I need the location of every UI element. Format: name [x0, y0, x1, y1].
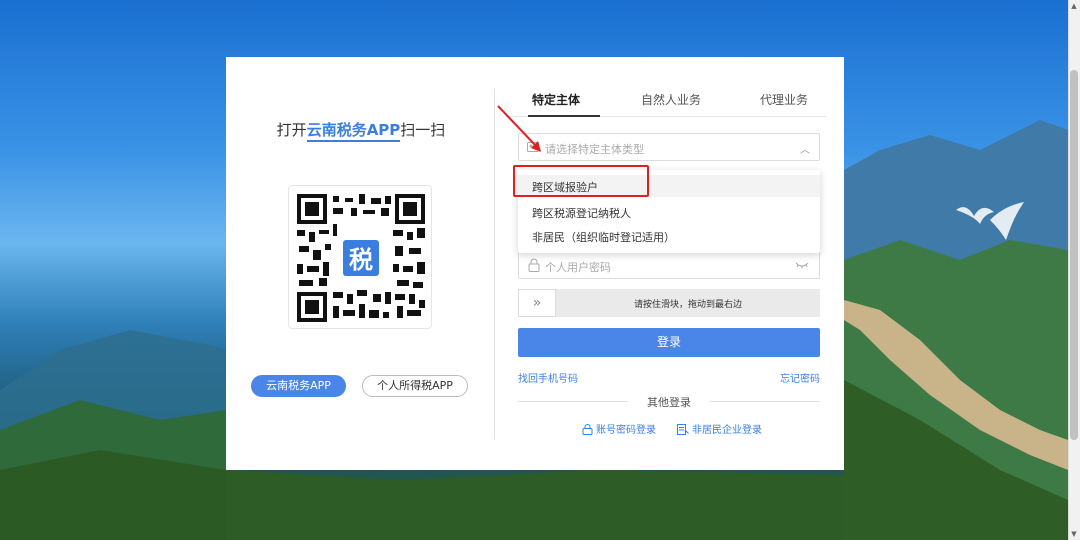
entity-type-select[interactable]: 请选择特定主体类型 ︿	[518, 133, 820, 161]
entity-type-placeholder: 请选择特定主体类型	[545, 143, 644, 156]
qr-title-suffix: 扫一扫	[400, 121, 446, 139]
option-cross-region-taxpayer[interactable]: 跨区税源登记纳税人	[532, 205, 631, 221]
chevron-up-icon: ︿	[800, 145, 810, 156]
slider-captcha[interactable]: » 请按住滑块，拖动到最右边	[518, 289, 820, 317]
scroll-up-icon[interactable]: ▲	[1070, 2, 1078, 10]
scroll-down-icon[interactable]: ▼	[1070, 530, 1078, 538]
annotation-highlight-box	[513, 165, 649, 197]
qr-title-app-name: 云南税务APP	[306, 121, 401, 142]
page-scrollbar[interactable]: ▲ ▼	[1068, 0, 1080, 540]
forgot-password-link[interactable]: 忘记密码	[780, 370, 820, 385]
tab-agent-business[interactable]: 代理业务	[760, 91, 808, 108]
option-nonresident[interactable]: 非居民（组织临时登记适用）	[532, 229, 675, 245]
qr-title-prefix: 打开	[276, 121, 307, 139]
lock-icon	[528, 258, 540, 272]
slider-handle[interactable]: »	[518, 289, 556, 317]
nonresident-enterprise-login-label: 非居民企业登录	[692, 425, 762, 436]
qr-code-icon: 税	[297, 194, 425, 322]
scroll-thumb[interactable]	[1070, 70, 1078, 440]
enterprise-id-icon	[677, 424, 689, 435]
personal-tax-app-button[interactable]: 个人所得税APP	[362, 375, 468, 397]
nonresident-enterprise-login-link[interactable]: 非居民企业登录	[677, 421, 762, 436]
tax-logo-char: 税	[349, 246, 373, 274]
login-button[interactable]: 登录	[518, 328, 820, 357]
divider-right	[710, 401, 820, 402]
tab-active-indicator	[528, 115, 600, 117]
tab-natural-person[interactable]: 自然人业务	[641, 91, 701, 108]
lock-outline-icon	[582, 424, 593, 435]
account-password-login-link[interactable]: 账号密码登录	[582, 421, 656, 436]
yunnan-tax-app-button[interactable]: 云南税务APP	[251, 375, 346, 397]
id-card-icon	[527, 142, 539, 152]
other-login-label: 其他登录	[647, 396, 691, 409]
qr-title: 打开云南税务APP扫一扫	[226, 119, 496, 142]
eye-closed-icon[interactable]	[795, 261, 809, 269]
qr-code: 税	[288, 185, 432, 329]
login-card: 打开云南税务APP扫一扫 税 云南税务APP 个人所得税APP 特定主体 自然人…	[226, 57, 844, 470]
tab-specific-entity[interactable]: 特定主体	[532, 91, 580, 108]
account-password-login-label: 账号密码登录	[596, 425, 656, 436]
vertical-divider	[494, 89, 495, 439]
find-phone-link[interactable]: 找回手机号码	[518, 370, 578, 385]
password-field[interactable]: 个人用户密码	[518, 251, 820, 279]
password-placeholder: 个人用户密码	[545, 261, 611, 274]
slider-hint: 请按住滑块，拖动到最右边	[633, 300, 742, 310]
other-login-divider: 其他登录	[518, 394, 820, 409]
login-tabs: 特定主体 自然人业务 代理业务	[506, 91, 826, 117]
